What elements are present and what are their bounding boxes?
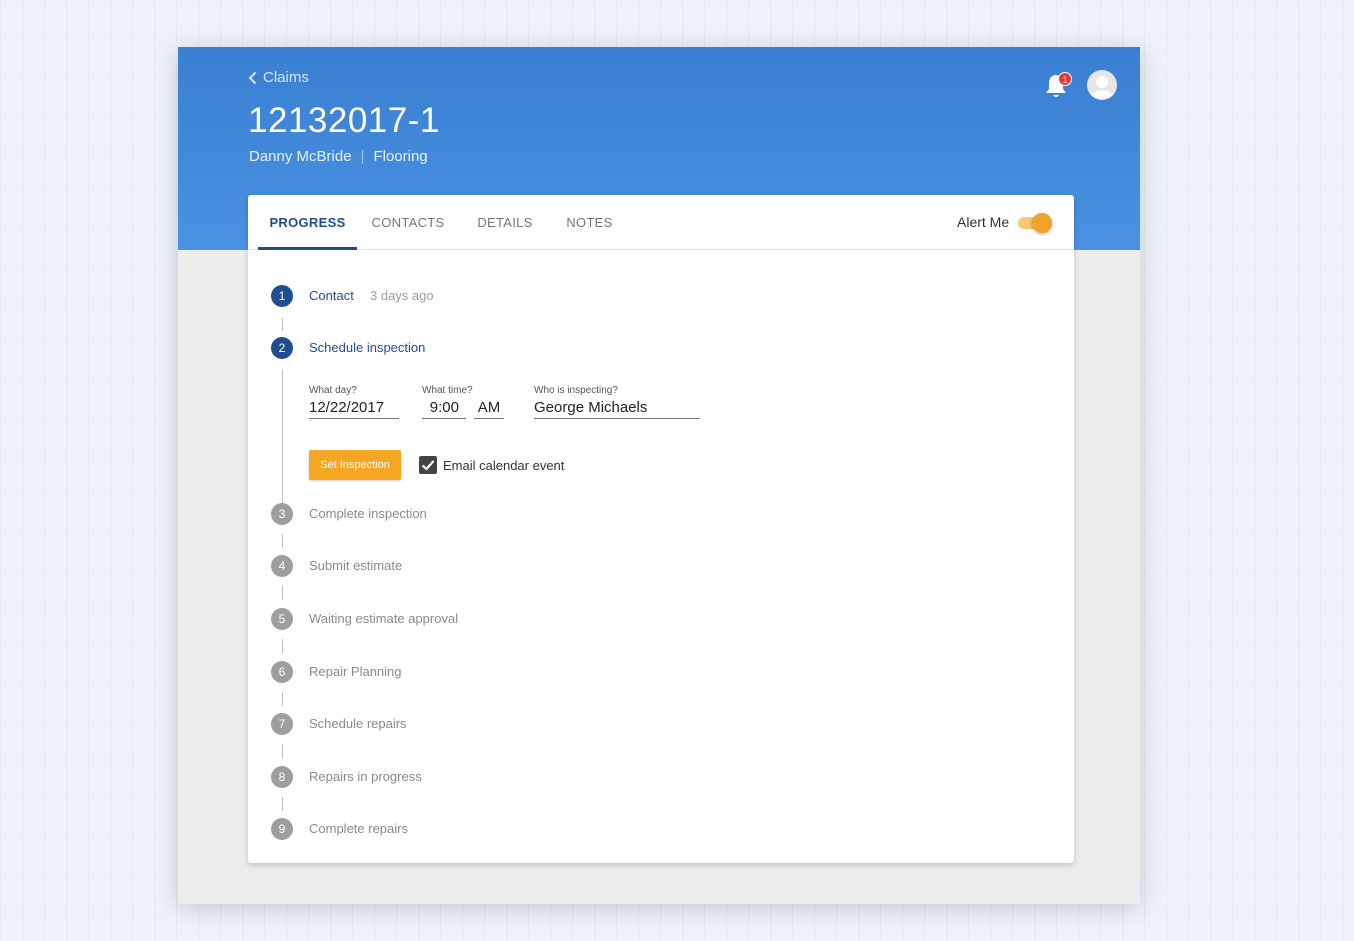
user-avatar[interactable] — [1087, 70, 1117, 100]
step-connector — [282, 692, 283, 706]
step-label-waiting-estimate-approval: Waiting estimate approval — [309, 611, 459, 626]
email-calendar-checkbox[interactable] — [419, 456, 437, 474]
step-label-schedule-inspection[interactable]: Schedule inspection — [309, 340, 425, 355]
customer-name: Danny McBride — [249, 148, 352, 165]
tab-contacts[interactable]: CONTACTS — [365, 195, 451, 250]
tab-bar: PROGRESS CONTACTS DETAILS NOTES Alert Me — [248, 195, 1074, 250]
checkmark-icon — [421, 460, 435, 471]
tab-notes[interactable]: NOTES — [560, 195, 619, 250]
step-connector — [282, 534, 283, 548]
subtitle-separator: | — [360, 148, 365, 165]
inspection-date-field[interactable] — [309, 397, 399, 419]
step-number: 6 — [271, 661, 293, 683]
step-label-complete-inspection: Complete inspection — [309, 506, 427, 521]
step-label-submit-estimate: Submit estimate — [309, 558, 403, 573]
step-connector — [282, 370, 283, 505]
step-label-repair-planning: Repair Planning — [309, 664, 402, 679]
toggle-thumb — [1032, 213, 1052, 233]
alert-me-label: Alert Me — [957, 214, 1010, 230]
step-number: 1 — [271, 285, 293, 307]
set-inspection-button[interactable]: Set Inspection — [309, 450, 401, 480]
claim-card: PROGRESS CONTACTS DETAILS NOTES Alert Me… — [248, 195, 1074, 863]
inspector-field[interactable] — [534, 397, 700, 419]
notification-badge: 1 — [1058, 72, 1072, 86]
step-label-contact[interactable]: Contact — [309, 288, 354, 303]
ampm-select[interactable] — [474, 397, 504, 419]
what-day-label: What day? — [309, 385, 357, 396]
back-to-claims-link[interactable]: Claims — [248, 69, 309, 86]
person-icon — [1088, 71, 1116, 99]
step-number: 2 — [271, 337, 293, 359]
step-connector — [282, 797, 283, 811]
inspection-time-field[interactable] — [422, 397, 466, 419]
inspector-label: Who is inspecting? — [534, 385, 618, 396]
step-connector — [282, 586, 283, 600]
alert-me-toggle[interactable] — [1016, 213, 1052, 233]
step-timestamp: 3 days ago — [370, 288, 434, 303]
step-number: 8 — [271, 766, 293, 788]
step-connector — [282, 639, 283, 653]
tab-progress[interactable]: PROGRESS — [258, 195, 357, 250]
claim-category: Flooring — [373, 148, 428, 165]
step-connector — [282, 318, 283, 331]
step-label-complete-repairs: Complete repairs — [309, 821, 408, 836]
step-number: 7 — [271, 713, 293, 735]
step-number: 5 — [271, 608, 293, 630]
step-number: 9 — [271, 818, 293, 840]
claim-subtitle: Danny McBride | Flooring — [249, 148, 428, 165]
what-time-label: What time? — [422, 385, 473, 396]
app-window: Claims 12132017-1 Danny McBride | Floori… — [178, 47, 1140, 904]
step-number: 4 — [271, 555, 293, 577]
back-label: Claims — [263, 69, 309, 86]
step-number: 3 — [271, 503, 293, 525]
step-label-repairs-in-progress: Repairs in progress — [309, 769, 422, 784]
tab-details[interactable]: DETAILS — [469, 195, 541, 250]
claim-number: 12132017-1 — [248, 101, 440, 140]
step-label-schedule-repairs: Schedule repairs — [309, 716, 407, 731]
email-calendar-label: Email calendar event — [443, 458, 565, 473]
step-connector — [282, 744, 283, 758]
chevron-left-icon — [248, 71, 257, 84]
